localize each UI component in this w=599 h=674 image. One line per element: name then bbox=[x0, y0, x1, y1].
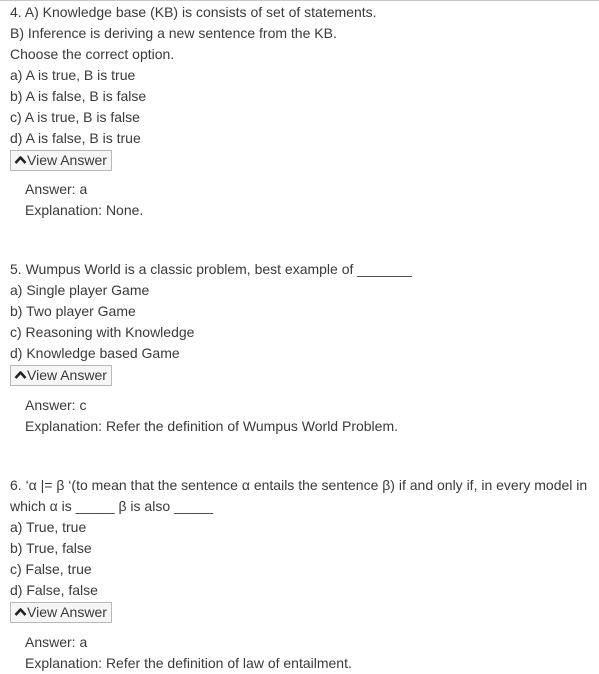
explanation-text: Explanation: Refer the definition of law… bbox=[25, 655, 352, 671]
question-text: 5. Wumpus World is a classic problem, be… bbox=[10, 261, 412, 277]
question-6: 6. ‘α |= β ‘(to mean that the sentence α… bbox=[10, 475, 599, 623]
chevron-up-icon bbox=[14, 606, 27, 618]
explanation-text: Explanation: Refer the definition of Wum… bbox=[25, 418, 399, 434]
option-a: a) A is true, B is true bbox=[10, 67, 136, 83]
question-text: B) Inference is deriving a new sentence … bbox=[10, 25, 337, 41]
question-4: 4. A) Knowledge base (KB) is consists of… bbox=[10, 2, 599, 171]
option-b: b) A is false, B is false bbox=[10, 88, 147, 104]
answer-block: Answer: a Explanation: None. bbox=[25, 179, 143, 221]
view-answer-button[interactable]: View Answer bbox=[10, 150, 112, 171]
option-d: d) A is false, B is true bbox=[10, 130, 141, 146]
view-answer-label: View Answer bbox=[27, 367, 107, 383]
answer-text: Answer: a bbox=[25, 634, 88, 650]
option-c: c) False, true bbox=[10, 561, 92, 577]
explanation-text: Explanation: None. bbox=[25, 202, 144, 218]
option-a: a) Single player Game bbox=[10, 282, 150, 298]
view-answer-button[interactable]: View Answer bbox=[10, 365, 112, 386]
option-c: c) A is true, B is false bbox=[10, 109, 140, 125]
view-answer-label: View Answer bbox=[27, 604, 107, 620]
option-c: c) Reasoning with Knowledge bbox=[10, 324, 195, 340]
option-a: a) True, true bbox=[10, 519, 87, 535]
option-b: b) True, false bbox=[10, 540, 92, 556]
question-text: 6. ‘α |= β ‘(to mean that the sentence α… bbox=[10, 477, 588, 493]
question-text: Choose the correct option. bbox=[10, 46, 175, 62]
question-text: which α is _____ β is also _____ bbox=[10, 498, 213, 514]
view-answer-button[interactable]: View Answer bbox=[10, 602, 112, 623]
answer-text: Answer: a bbox=[25, 181, 88, 197]
chevron-up-icon bbox=[14, 154, 27, 166]
option-d: d) Knowledge based Game bbox=[10, 345, 180, 361]
question-text: 4. A) Knowledge base (KB) is consists of… bbox=[10, 4, 377, 20]
option-d: d) False, false bbox=[10, 582, 98, 598]
option-b: b) Two player Game bbox=[10, 303, 136, 319]
answer-block: Answer: c Explanation: Refer the definit… bbox=[25, 395, 398, 437]
question-5: 5. Wumpus World is a classic problem, be… bbox=[10, 259, 599, 386]
answer-text: Answer: c bbox=[25, 397, 87, 413]
chevron-up-icon bbox=[14, 369, 27, 381]
view-answer-label: View Answer bbox=[27, 152, 107, 168]
